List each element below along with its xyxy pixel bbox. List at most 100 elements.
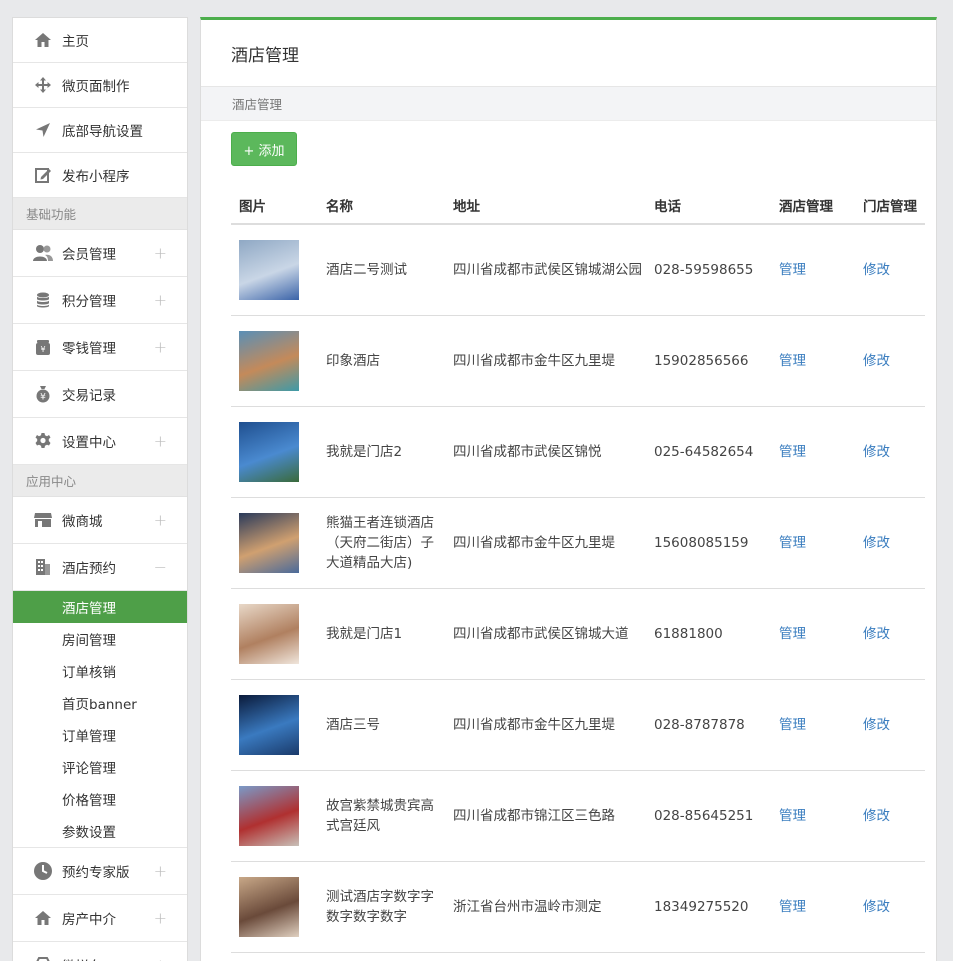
sidebar-item-move[interactable]: 微页面制作 [13,63,187,108]
sidebar-item-navigation[interactable]: 底部导航设置 [13,108,187,153]
hotel-address: 四川省成都市金牛区九里堤 [445,315,646,407]
col-hotel-manage-header: 酒店管理 [771,186,855,225]
edit-link-cell: 修改 [855,497,925,589]
users-icon [32,242,54,264]
image-cell [231,770,318,862]
sidebar-item-home[interactable]: 主页 [13,18,187,63]
hotel-name: 测试酒店字数字字数字数字数字 [318,861,445,953]
hotel-thumbnail[interactable] [239,239,299,300]
edit-link[interactable]: 修改 [863,262,890,278]
hotel-address: 四川省成都市武侯区锦城湖公园 [445,224,646,316]
hotel-thumbnail[interactable] [239,421,299,482]
image-cell [231,497,318,589]
svg-text:¥: ¥ [40,345,45,354]
edit-link[interactable]: 修改 [863,353,890,369]
expand-icon[interactable]: + [154,432,167,451]
image-cell [231,588,318,680]
add-button[interactable]: + 添加 [231,132,297,166]
submenu-item[interactable]: 首页banner [13,687,187,719]
hotel-name: 熊猫王者连锁酒店（天府二街店）子大道精品大店) [318,497,445,589]
edit-link[interactable]: 修改 [863,717,890,733]
expand-icon[interactable]: + [154,956,167,961]
hotel-address: 四川省成都市金牛区九里堤 [445,679,646,771]
sidebar-item-wallet[interactable]: ¥ 零钱管理 + [13,324,187,371]
sidebar-item-edit[interactable]: 发布小程序 [13,153,187,198]
collapse-icon[interactable]: − [154,558,167,577]
submenu-item[interactable]: 参数设置 [13,815,187,847]
col-image-header: 图片 [231,186,318,225]
submenu-item[interactable]: 房间管理 [13,623,187,655]
hotel-address: 四川省成都市武侯区锦城大道 [445,588,646,680]
edit-link[interactable]: 修改 [863,808,890,824]
submenu-item[interactable]: 评论管理 [13,751,187,783]
sidebar-item-clock[interactable]: 预约专家版 + [13,848,187,895]
manage-link[interactable]: 管理 [779,899,806,915]
hotel-address: 四川省成都市武侯区锦悦 [445,406,646,498]
expand-icon[interactable]: + [154,511,167,530]
submenu-item[interactable]: 价格管理 [13,783,187,815]
edit-link[interactable]: 修改 [863,626,890,642]
sidebar-item-home[interactable]: 房产中介 + [13,895,187,942]
expand-icon[interactable]: + [154,338,167,357]
sidebar-item-label: 微页面制作 [62,79,130,95]
sidebar-item-users[interactable]: 会员管理 + [13,230,187,277]
manage-link-cell: 管理 [771,406,855,498]
manage-link[interactable]: 管理 [779,626,806,642]
sidebar-item-label: 预约专家版 [62,865,130,881]
building-icon [32,556,54,578]
hotel-address: 四川省成都市金牛区九里堤 [445,497,646,589]
image-cell [231,315,318,407]
edit-link[interactable]: 修改 [863,899,890,915]
expand-icon[interactable]: + [154,909,167,928]
table-row: 我就是门店1 四川省成都市武侯区锦城大道 61881800 管理 修改 [231,588,925,680]
manage-link[interactable]: 管理 [779,444,806,460]
sidebar-item-gear[interactable]: 设置中心 + [13,418,187,465]
expand-icon[interactable]: + [154,862,167,881]
submenu-item[interactable]: 酒店管理 [13,591,187,623]
expand-icon[interactable]: + [154,291,167,310]
sidebar-item-money-bag[interactable]: ¥ 交易记录 [13,371,187,418]
table-row: 测试酒店字数字字数字数字数字 浙江省台州市温岭市测定 18349275520 管理 修改 [231,861,925,953]
sidebar-item-label: 积分管理 [62,294,116,310]
edit-link-cell: 修改 [855,588,925,680]
sidebar-item-building[interactable]: 酒店预约 − [13,544,187,591]
col-name-header: 名称 [318,186,445,225]
edit-link[interactable]: 修改 [863,535,890,551]
hotel-thumbnail[interactable] [239,603,299,664]
sidebar-item-coins[interactable]: 积分管理 + [13,277,187,324]
main-panel: 酒店管理 酒店管理 + 添加 图片 名称 地址 电话 酒店管理 门店管理 酒店二号测试 四川… [200,17,937,961]
hotel-phone: 028-8787878 [646,679,771,771]
manage-link[interactable]: 管理 [779,808,806,824]
svg-text:¥: ¥ [40,393,46,403]
sidebar-item-label: 酒店预约 [62,561,116,577]
submenu-item[interactable]: 订单管理 [13,719,187,751]
breadcrumb: 酒店管理 [201,87,936,121]
sidebar-item-label: 交易记录 [62,388,116,404]
hotel-name: 我就是门店1 [318,588,445,680]
manage-link[interactable]: 管理 [779,262,806,278]
hotel-thumbnail[interactable] [239,785,299,846]
edit-link-cell: 修改 [855,861,925,953]
manage-link[interactable]: 管理 [779,535,806,551]
manage-link[interactable]: 管理 [779,717,806,733]
sidebar-item-car[interactable]: 微拼车 + [13,942,187,961]
edit-link-cell: 修改 [855,224,925,316]
hotel-thumbnail[interactable] [239,512,299,573]
sidebar-item-label: 会员管理 [62,247,116,263]
manage-link[interactable]: 管理 [779,353,806,369]
store-icon [32,509,54,531]
hotel-phone: 15902856566 [646,315,771,407]
edit-link-cell: 修改 [855,770,925,862]
hotel-table: 图片 名称 地址 电话 酒店管理 门店管理 酒店二号测试 四川省成都市武侯区锦城湖公园 028… [231,186,925,953]
sidebar-item-store[interactable]: 微商城 + [13,497,187,544]
hotel-thumbnail[interactable] [239,330,299,391]
hotel-thumbnail[interactable] [239,876,299,937]
image-cell [231,679,318,771]
manage-link-cell: 管理 [771,770,855,862]
edit-link[interactable]: 修改 [863,444,890,460]
sidebar-item-label: 发布小程序 [62,169,130,185]
hotel-thumbnail[interactable] [239,694,299,755]
page-title: 酒店管理 [201,20,936,87]
expand-icon[interactable]: + [154,244,167,263]
submenu-item[interactable]: 订单核销 [13,655,187,687]
